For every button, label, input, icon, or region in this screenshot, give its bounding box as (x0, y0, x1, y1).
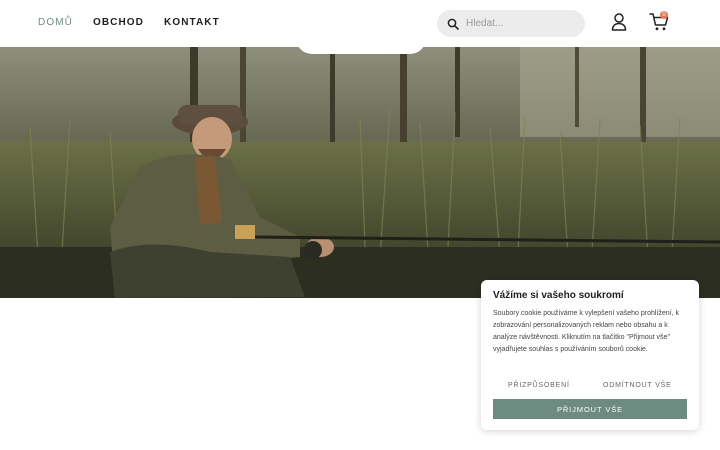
cookie-text: Soubory cookie používáme k vylepšení vaš… (493, 310, 679, 353)
cart-count-badge: 0 (660, 11, 668, 19)
hero-photo-illustration (0, 47, 720, 298)
cookie-consent-dialog: Vážíme si vašeho soukromí Soubory cookie… (481, 280, 699, 430)
search-input[interactable] (464, 17, 578, 30)
cookie-accept-all-button[interactable]: PŘIJMOUT VŠE (493, 399, 687, 419)
cookie-title: Vážíme si vašeho soukromí (493, 290, 624, 301)
cookie-customize-button[interactable]: PŘIZPŮSOBENÍ (508, 382, 570, 389)
nav-contact-link[interactable]: KONTAKT (164, 17, 220, 28)
search-icon (447, 18, 459, 30)
site-header: DOMŮ OBCHOD KONTAKT 0 (0, 0, 720, 47)
hero-image (0, 47, 720, 298)
main-nav: DOMŮ OBCHOD KONTAKT (38, 17, 220, 28)
cookie-reject-all-button[interactable]: ODMÍTNOUT VŠE (603, 382, 672, 389)
search-box[interactable] (437, 10, 585, 37)
user-account-icon[interactable] (611, 13, 627, 31)
nav-shop-link[interactable]: OBCHOD (93, 17, 144, 28)
nav-home-link[interactable]: DOMŮ (38, 17, 73, 28)
